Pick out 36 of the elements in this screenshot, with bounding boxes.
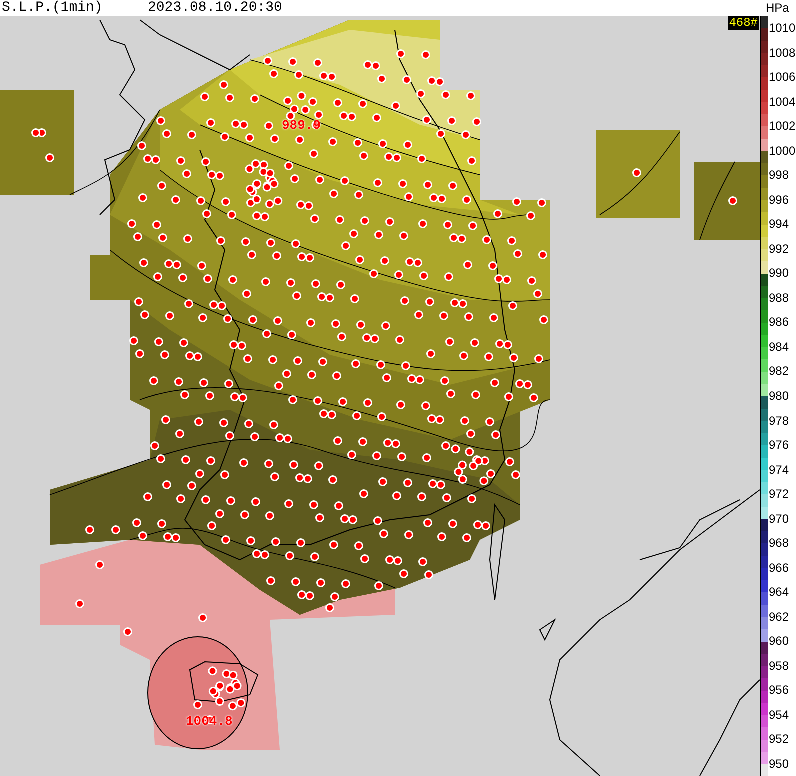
scale-label: 1010 <box>769 22 796 34</box>
scale-label: 954 <box>769 708 790 721</box>
scale-label: 978 <box>769 414 790 426</box>
scale-label: 952 <box>769 733 790 746</box>
scale-label: 970 <box>769 512 790 525</box>
scale-label: 950 <box>769 758 790 770</box>
scale-label: 958 <box>769 660 790 672</box>
scale-label: 1002 <box>769 120 796 132</box>
scale-label: 968 <box>769 537 790 550</box>
scale-label: 974 <box>769 464 790 476</box>
scale-label: 964 <box>769 586 790 598</box>
map-title: S.L.P.(1min) <box>2 0 104 16</box>
scale-label: 984 <box>769 340 790 353</box>
scale-label: 972 <box>769 488 790 500</box>
scale-label: 992 <box>769 242 790 255</box>
station-count: 468# <box>728 16 759 30</box>
scale-label: 980 <box>769 390 790 402</box>
timestamp: 2023.08.10.20:30 <box>148 0 282 16</box>
scale-label: 986 <box>769 316 790 328</box>
scale-label: 994 <box>769 218 790 230</box>
scale-label: 988 <box>769 292 790 304</box>
scale-label: 976 <box>769 439 790 452</box>
scale-label: 1004 <box>769 96 796 108</box>
scale-label: 962 <box>769 610 790 623</box>
scale-label: 990 <box>769 267 790 280</box>
scale-label: 1006 <box>769 71 796 84</box>
scale-label: 1000 <box>769 144 796 157</box>
scale-label: 960 <box>769 635 790 648</box>
scale-label: 982 <box>769 365 790 378</box>
scale-label: 1008 <box>769 46 796 59</box>
scale-label: 956 <box>769 684 790 696</box>
pressure-value-label: 1004.8 <box>186 714 233 729</box>
unit-label: HPa <box>765 1 790 15</box>
scale-label: 998 <box>769 169 790 182</box>
scale-label: 966 <box>769 562 790 574</box>
scale-label: 996 <box>769 194 790 206</box>
